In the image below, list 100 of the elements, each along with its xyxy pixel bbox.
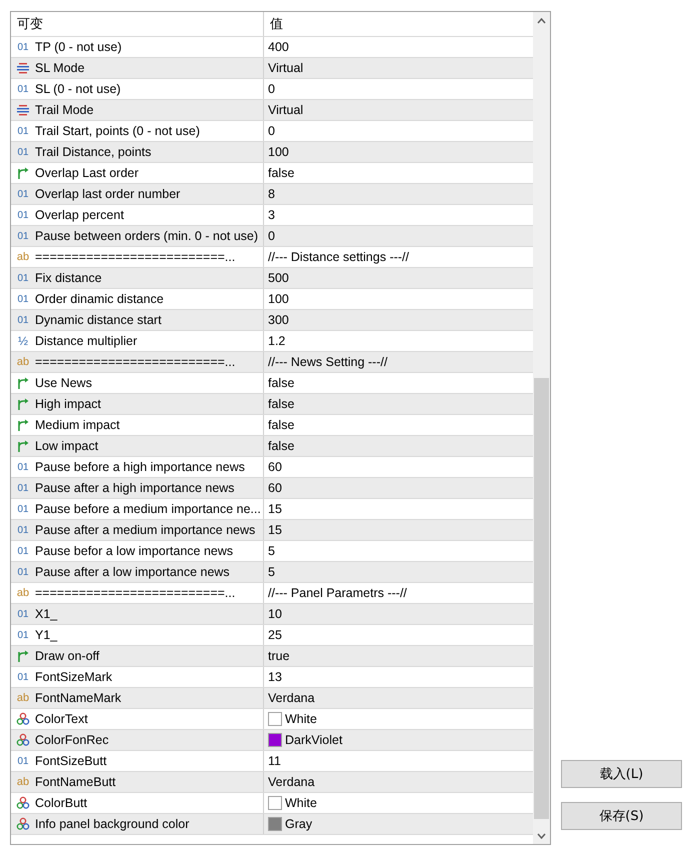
double-type-icon: ½: [18, 334, 28, 348]
parameter-value[interactable]: false: [268, 376, 294, 390]
integer-type-icon: 01: [17, 188, 29, 200]
parameter-value[interactable]: false: [268, 418, 294, 432]
branch-arrow-icon: [16, 376, 30, 390]
parameter-name: Low impact: [35, 439, 98, 453]
integer-type-icon: 01: [17, 504, 29, 514]
scrollbar[interactable]: [533, 12, 550, 844]
parameter-name: FontNameButt: [35, 775, 116, 789]
parameter-name: Overlap last order number: [35, 187, 180, 201]
integer-type-icon: 01: [17, 42, 29, 52]
branch-arrow-icon: [16, 649, 30, 663]
integer-type-icon: 01: [17, 756, 29, 766]
parameter-name: Pause after a medium importance news: [35, 523, 256, 537]
parameter-value[interactable]: false: [268, 439, 294, 453]
parameter-value[interactable]: 8: [268, 187, 275, 201]
color-circles-icon: [16, 712, 30, 726]
parameter-value[interactable]: White: [285, 712, 317, 726]
branch-arrow-icon: [16, 166, 30, 180]
integer-type-icon: 01: [17, 272, 29, 284]
parameter-name: Pause after a high importance news: [35, 481, 234, 495]
parameter-value[interactable]: DarkViolet: [285, 733, 342, 747]
parameter-value[interactable]: 0: [268, 229, 275, 243]
integer-type-icon: 01: [17, 314, 29, 326]
parameter-value[interactable]: 60: [268, 460, 282, 474]
parameter-value[interactable]: 300: [268, 313, 289, 327]
parameter-value[interactable]: 3: [268, 208, 275, 222]
parameter-value[interactable]: //--- Distance settings ---//: [268, 250, 409, 264]
parameter-name: Overlap percent: [35, 208, 124, 222]
color-circles-icon: [16, 796, 30, 810]
parameter-value[interactable]: Virtual: [268, 61, 304, 75]
parameter-name: Y1_: [35, 628, 58, 642]
parameter-name: ==========================...: [35, 250, 236, 264]
parameter-name: SL (0 - not use): [35, 82, 121, 96]
parameter-value[interactable]: 5: [268, 544, 275, 558]
parameter-value[interactable]: Virtual: [268, 103, 304, 117]
parameter-value[interactable]: 0: [268, 82, 275, 96]
parameter-value[interactable]: 11: [268, 754, 281, 768]
integer-type-icon: 01: [17, 566, 29, 578]
parameter-name: Trail Start, points (0 - not use): [35, 124, 200, 138]
parameter-name: Medium impact: [35, 418, 120, 432]
integer-type-icon: 01: [17, 230, 29, 242]
integer-type-icon: 01: [17, 84, 29, 94]
parameter-value[interactable]: 25: [268, 628, 282, 642]
parameter-value[interactable]: //--- News Setting ---//: [268, 355, 388, 369]
parameter-name: Info panel background color: [35, 817, 190, 831]
parameter-name: Pause before a high importance news: [35, 460, 245, 474]
parameter-value[interactable]: White: [285, 796, 317, 810]
parameter-name: Distance multiplier: [35, 334, 138, 348]
parameter-name: SL Mode: [35, 61, 85, 75]
parameter-value[interactable]: Verdana: [268, 775, 315, 789]
integer-type-icon: 01: [17, 126, 29, 136]
parameter-name: ColorFonRec: [35, 733, 109, 747]
integer-type-icon: 01: [17, 630, 29, 640]
integer-type-icon: 01: [17, 146, 29, 158]
integer-type-icon: 01: [17, 462, 29, 472]
parameter-value[interactable]: Gray: [285, 817, 312, 831]
parameter-name: Pause before a medium importance ne...: [35, 502, 261, 516]
parameter-value[interactable]: 100: [268, 145, 289, 159]
dialog-button[interactable]: 保存(S): [561, 802, 682, 830]
parameter-value[interactable]: 100: [268, 292, 289, 306]
parameter-value[interactable]: Verdana: [268, 691, 315, 705]
parameter-value[interactable]: false: [268, 166, 294, 180]
parameter-name: Dynamic distance start: [35, 313, 162, 327]
parameter-value[interactable]: false: [268, 397, 294, 411]
parameter-value[interactable]: 400: [268, 40, 289, 54]
parameter-name: ==========================...: [35, 355, 236, 369]
column-header[interactable]: 值: [264, 12, 533, 36]
scroll-thumb[interactable]: [534, 378, 549, 819]
scroll-down-icon[interactable]: [537, 832, 546, 838]
parameter-name: ==========================...: [35, 586, 236, 600]
parameter-value[interactable]: 500: [268, 271, 289, 285]
string-type-icon: ab: [16, 251, 30, 263]
parameter-value[interactable]: 60: [268, 481, 282, 495]
parameter-value[interactable]: 1.2: [268, 334, 286, 348]
parameter-value[interactable]: 10: [268, 607, 282, 621]
integer-type-icon: 01: [17, 608, 29, 620]
integer-type-icon: 01: [17, 210, 29, 220]
string-type-icon: ab: [16, 356, 30, 368]
parameter-name: Trail Distance, points: [35, 145, 152, 159]
parameter-name: Order dinamic distance: [35, 292, 164, 306]
integer-type-icon: 01: [17, 524, 29, 536]
parameter-name: Trail Mode: [35, 103, 94, 117]
list-icon: [16, 103, 30, 117]
parameter-name: X1_: [35, 607, 58, 621]
parameter-value[interactable]: 15: [268, 502, 282, 516]
parameter-value[interactable]: 0: [268, 124, 275, 138]
string-type-icon: ab: [16, 587, 30, 599]
parameter-value[interactable]: 15: [268, 523, 282, 537]
dialog-button[interactable]: 载入(L): [561, 760, 682, 788]
scroll-up-icon[interactable]: [537, 18, 546, 24]
parameter-value[interactable]: //--- Panel Parametrs ---//: [268, 586, 407, 600]
parameter-value[interactable]: 13: [268, 670, 282, 684]
color-circles-icon: [16, 817, 30, 831]
branch-arrow-icon: [16, 439, 30, 453]
string-type-icon: ab: [16, 692, 30, 704]
parameter-name: Overlap Last order: [35, 166, 139, 180]
column-header[interactable]: 可变: [11, 12, 264, 36]
parameter-value[interactable]: 5: [268, 565, 275, 579]
parameter-value[interactable]: true: [268, 649, 290, 663]
